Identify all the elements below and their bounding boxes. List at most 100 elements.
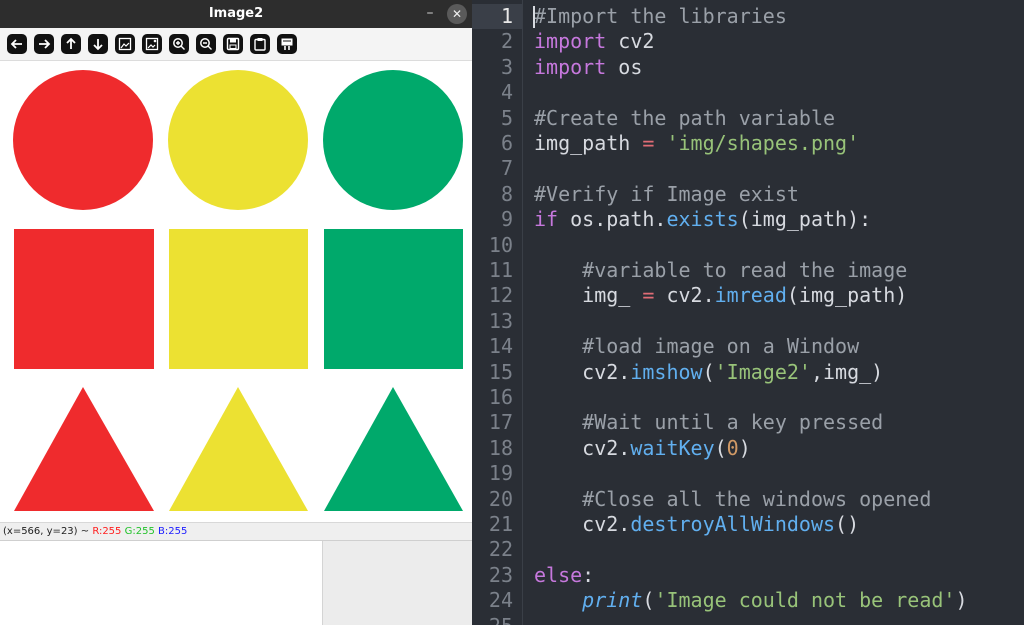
line-number: 16 <box>488 385 513 409</box>
code-token: () <box>835 512 860 536</box>
status-bar: (x=566, y=23) ~ R:255 G:255 B:255 <box>0 522 472 540</box>
code-token: print <box>582 588 643 613</box>
code-token: 'img/shapes.png' <box>666 131 860 155</box>
arrow-left-icon[interactable] <box>7 34 27 54</box>
arrow-down-icon[interactable] <box>88 34 108 54</box>
shapes-image <box>13 70 463 511</box>
properties-icon[interactable] <box>277 34 297 54</box>
close-button[interactable]: ✕ <box>447 4 467 24</box>
code-token: exists <box>666 207 739 232</box>
code-token: #Verify if Image exist <box>534 181 799 206</box>
line-number: 1 <box>500 4 513 28</box>
clipboard-icon[interactable] <box>250 34 270 54</box>
code-line[interactable]: cv2.waitKey(0) <box>534 436 751 461</box>
red-circle <box>13 70 153 210</box>
code-token: if <box>534 207 559 232</box>
code-token: else <box>534 562 583 587</box>
line-number: 10 <box>488 232 513 257</box>
code-token: imread <box>714 283 787 308</box>
green-circle <box>323 70 463 210</box>
code-line[interactable]: #variable to read the image <box>534 258 907 283</box>
blue-value: B:255 <box>158 526 188 537</box>
arrow-up-icon[interactable] <box>61 34 81 54</box>
code-line[interactable]: #Verify if Image exist <box>534 182 799 207</box>
image-settings-icon[interactable] <box>142 34 162 54</box>
code-line[interactable]: cv2.imshow('Image2',img_) <box>534 360 883 385</box>
save-icon[interactable] <box>223 34 243 54</box>
code-token: (img_path) <box>786 283 908 308</box>
code-token: = <box>642 131 655 155</box>
code-line[interactable]: img_ = cv2.imread(img_path) <box>534 283 907 308</box>
code-token: #Import the libraries <box>534 4 787 28</box>
line-number: 11 <box>488 258 513 282</box>
image-window: Image2 – ✕ (x=566, y=23) ~ R:255 G:255 B… <box>0 0 472 540</box>
code-token: ( <box>702 359 715 384</box>
code-line[interactable]: #Import the libraries <box>534 4 787 29</box>
green-value: G:255 <box>124 526 155 537</box>
code-token: cv2. <box>534 359 631 384</box>
line-number: 2 <box>500 29 513 54</box>
code-token: img_path <box>534 131 643 155</box>
code-token: cv2 <box>606 29 655 54</box>
window-titlebar[interactable]: Image2 – ✕ <box>0 0 472 28</box>
cursor-coordinates: (x=566, y=23) ~ <box>3 526 90 537</box>
line-number: 14 <box>488 334 513 359</box>
yellow-square <box>169 229 308 369</box>
code-line[interactable]: img_path = 'img/shapes.png' <box>534 131 859 156</box>
code-line[interactable]: #Close all the windows opened <box>534 487 931 512</box>
line-number: 15 <box>488 359 513 384</box>
code-line[interactable]: else: <box>534 563 594 588</box>
line-number: 21 <box>488 512 513 536</box>
image-toolbar <box>0 28 472 61</box>
code-token: import <box>534 29 607 54</box>
code-line[interactable]: #Wait until a key pressed <box>534 410 883 435</box>
code-token: #Create the path variable <box>534 105 836 130</box>
red-value: R:255 <box>92 526 122 537</box>
line-number: 4 <box>500 80 513 105</box>
code-token: img_ <box>534 283 643 308</box>
code-editor[interactable]: 1234567891011121314151617181920212223242… <box>472 0 1024 625</box>
code-line[interactable]: #Create the path variable <box>534 106 835 131</box>
code-token: : <box>582 562 595 587</box>
zoom-in-icon[interactable] <box>169 34 189 54</box>
code-line[interactable]: import cv2 <box>534 29 654 54</box>
code-line[interactable]: if os.path.exists(img_path): <box>534 207 871 232</box>
code-token: waitKey <box>630 435 715 460</box>
line-number: 18 <box>488 435 513 460</box>
green-square <box>324 229 463 369</box>
code-token: #Close all the windows opened <box>582 486 932 511</box>
minimize-button[interactable]: – <box>420 0 440 28</box>
line-number: 24 <box>488 588 513 613</box>
line-number: 20 <box>488 486 513 511</box>
line-number: 7 <box>500 156 513 181</box>
line-number: 13 <box>488 308 513 333</box>
code-token: (img_path): <box>738 207 872 232</box>
code-line[interactable]: #load image on a Window <box>534 334 859 359</box>
code-line[interactable]: cv2.destroyAllWindows() <box>534 512 859 537</box>
code-token: cv2. <box>654 283 715 308</box>
save-image-icon[interactable] <box>115 34 135 54</box>
image-canvas[interactable] <box>0 61 472 522</box>
line-number: 5 <box>500 105 513 130</box>
text-cursor <box>533 6 535 28</box>
red-triangle <box>14 387 154 511</box>
code-token: ,img_) <box>810 359 884 384</box>
arrow-right-icon[interactable] <box>34 34 54 54</box>
code-token: cv2. <box>534 435 631 460</box>
code-token: = <box>642 283 655 308</box>
line-number: 8 <box>500 181 513 206</box>
yellow-triangle <box>169 387 308 511</box>
line-number: 22 <box>488 537 513 562</box>
line-number: 17 <box>488 410 513 435</box>
code-line[interactable]: import os <box>534 55 642 80</box>
code-token: #Wait until a key pressed <box>582 410 884 435</box>
code-line[interactable]: print('Image could not be read') <box>534 588 967 613</box>
window-title: Image2 <box>208 6 264 21</box>
gutter-divider <box>522 0 523 625</box>
zoom-out-icon[interactable] <box>196 34 216 54</box>
